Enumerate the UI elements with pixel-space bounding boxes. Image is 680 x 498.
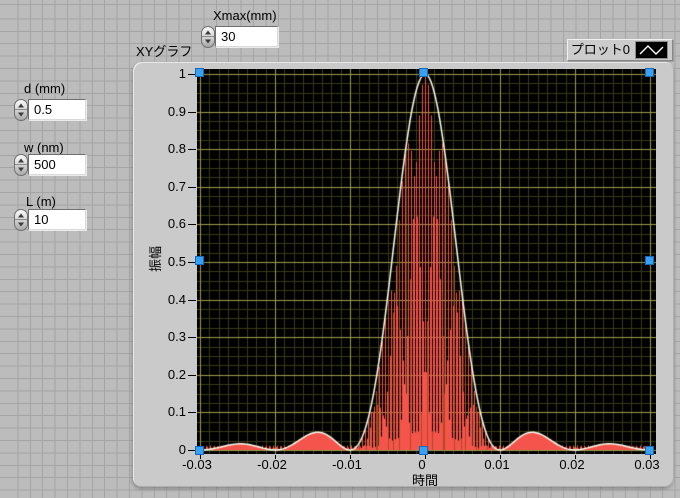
y-tick-label: 0.4 — [146, 293, 186, 307]
selection-handle[interactable] — [195, 68, 204, 77]
down-arrow-icon — [18, 113, 24, 120]
y-tick-mark — [188, 187, 196, 188]
y-tick-label: 0.9 — [146, 105, 186, 119]
w-spinner — [14, 154, 28, 176]
d-field[interactable]: 0.5 — [28, 99, 86, 120]
y-tick-label: 0 — [146, 443, 186, 457]
labview-front-panel: Xmax(mm) 30 d (mm) 0.5 w (nm) 500 L (m) … — [0, 0, 680, 498]
up-arrow-icon — [205, 27, 211, 34]
x-tick-mark — [275, 455, 276, 459]
graph-title: XYグラフ — [136, 45, 192, 59]
y-tick-label: 0.2 — [146, 368, 186, 382]
xmax-field[interactable]: 30 — [215, 26, 278, 47]
y-tick-label: 0.3 — [146, 330, 186, 344]
x-tick-label: 0.03 — [618, 458, 676, 472]
y-tick-label: 0.6 — [146, 217, 186, 231]
x-tick-mark — [575, 455, 576, 459]
l-label: L (m) — [26, 195, 56, 209]
x-axis-title: 時間 — [404, 470, 446, 489]
y-tick-mark — [188, 375, 196, 376]
y-tick-label: 0.8 — [146, 142, 186, 156]
x-tick-label: 0 — [393, 458, 451, 472]
x-tick-label: -0.02 — [243, 458, 301, 472]
xmax-increment-button[interactable] — [202, 27, 214, 37]
d-decrement-button[interactable] — [15, 110, 27, 120]
x-tick-label: -0.03 — [168, 458, 226, 472]
xmax-spinner — [201, 26, 215, 48]
y-tick-mark — [188, 412, 196, 413]
x-tick-mark — [350, 455, 351, 459]
x-tick-mark — [425, 455, 426, 459]
y-tick-label: 0.1 — [146, 405, 186, 419]
down-arrow-icon — [18, 168, 24, 175]
d-label: d (mm) — [24, 82, 65, 96]
selection-handle[interactable] — [195, 256, 204, 265]
selection-handle[interactable] — [419, 68, 428, 77]
plot-line-icon — [635, 41, 668, 59]
y-tick-label: 0.5 — [146, 255, 186, 269]
selection-handle[interactable] — [645, 446, 654, 455]
x-tick-mark — [650, 455, 651, 459]
x-tick-label: -0.01 — [318, 458, 376, 472]
w-label: w (nm) — [24, 141, 64, 155]
xmax-label: Xmax(mm) — [213, 9, 277, 23]
up-arrow-icon — [18, 155, 24, 162]
up-arrow-icon — [18, 210, 24, 217]
l-field[interactable]: 10 — [28, 209, 86, 230]
d-increment-button[interactable] — [15, 100, 27, 110]
x-tick-label: 0.02 — [543, 458, 601, 472]
up-arrow-icon — [18, 100, 24, 107]
y-tick-label: 0.7 — [146, 180, 186, 194]
x-tick-label: 0.01 — [468, 458, 526, 472]
x-tick-mark — [200, 455, 201, 459]
plot-canvas[interactable] — [197, 69, 656, 454]
xmax-decrement-button[interactable] — [202, 37, 214, 47]
d-spinner — [14, 99, 28, 121]
selection-handle[interactable] — [645, 68, 654, 77]
legend-label: プロット0 — [571, 43, 630, 57]
l-decrement-button[interactable] — [15, 220, 27, 230]
plot-legend[interactable]: プロット0 — [567, 39, 673, 61]
y-tick-mark — [188, 300, 196, 301]
y-tick-mark — [188, 224, 196, 225]
y-tick-mark — [188, 149, 196, 150]
y-tick-label: 1 — [146, 67, 186, 81]
l-spinner — [14, 209, 28, 231]
w-field[interactable]: 500 — [28, 154, 86, 175]
x-tick-mark — [500, 455, 501, 459]
selection-handle[interactable] — [195, 446, 204, 455]
l-increment-button[interactable] — [15, 210, 27, 220]
selection-handle[interactable] — [645, 256, 654, 265]
y-tick-mark — [188, 112, 196, 113]
down-arrow-icon — [18, 223, 24, 230]
w-increment-button[interactable] — [15, 155, 27, 165]
y-tick-mark — [188, 337, 196, 338]
down-arrow-icon — [205, 40, 211, 47]
w-decrement-button[interactable] — [15, 165, 27, 175]
selection-handle[interactable] — [419, 446, 428, 455]
